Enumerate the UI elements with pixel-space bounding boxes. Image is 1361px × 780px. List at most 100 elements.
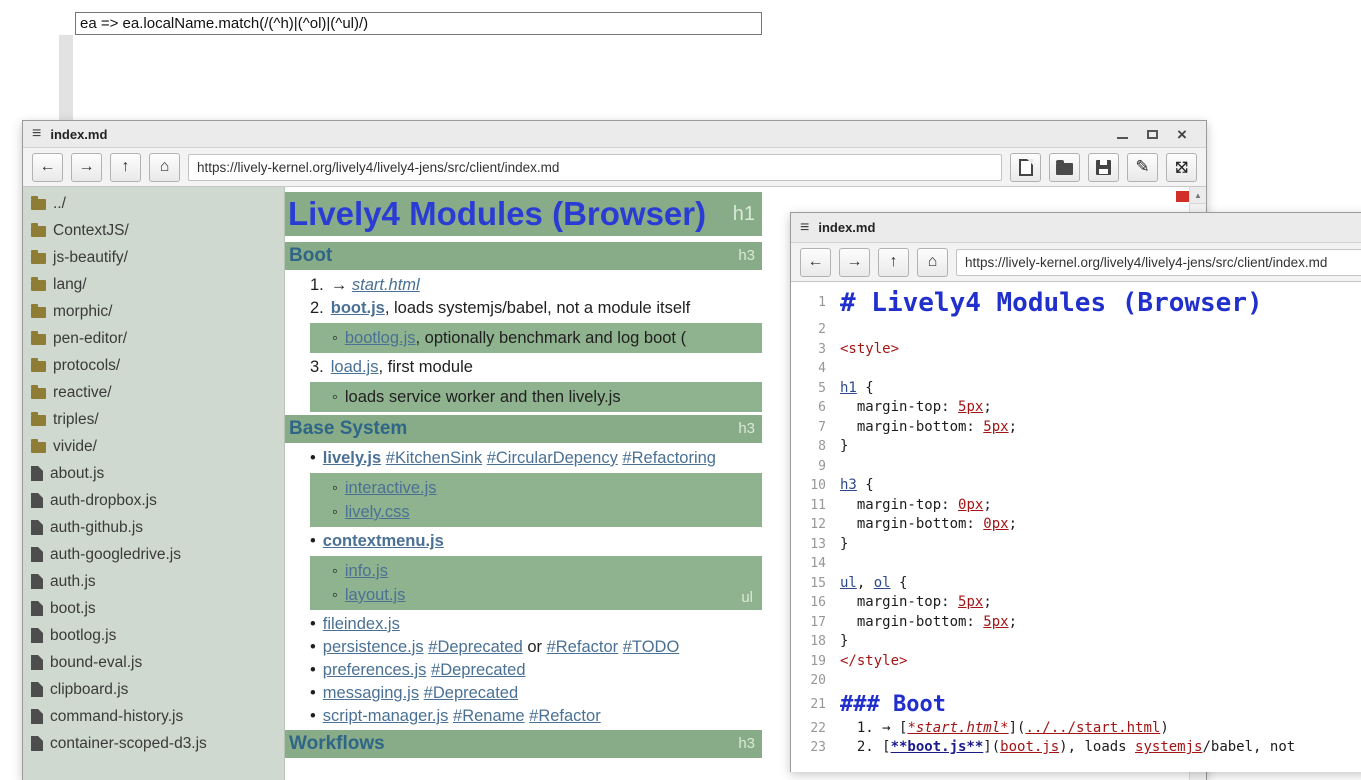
close-button[interactable]: × (1167, 123, 1197, 145)
line-number: 13 (791, 535, 839, 555)
window1-titlebar[interactable]: ≡ index.md × (23, 121, 1206, 148)
token-link[interactable]: #Deprecated (428, 638, 522, 656)
line-number: 14 (791, 554, 839, 574)
token-link[interactable]: interactive.js (345, 479, 437, 497)
forward-button[interactable]: → (839, 248, 870, 277)
url-input[interactable] (956, 249, 1361, 276)
list-marker: 3. (310, 356, 324, 379)
heading-text: Lively4 Modules (Browser) (285, 192, 706, 236)
token-link[interactable]: #Refactor (529, 707, 601, 725)
heading-text: Workflows (285, 730, 385, 758)
window-title: index.md (50, 127, 107, 142)
home-button[interactable]: ⌂ (917, 248, 948, 277)
file-item[interactable]: about.js (23, 460, 284, 487)
forward-button[interactable]: → (71, 153, 102, 182)
file-item[interactable]: auth-github.js (23, 514, 284, 541)
token-text: 2. [ (840, 739, 891, 755)
list-text: fileindex.js (323, 613, 400, 636)
folder-icon (31, 199, 46, 210)
code-text: margin-bottom: 5px; (839, 418, 1017, 438)
file-item[interactable]: auth-googledrive.js (23, 541, 284, 568)
token-link[interactable]: #CircularDepency (487, 449, 618, 467)
code-editor[interactable]: 1# Lively4 Modules (Browser)23<style>45h… (791, 282, 1361, 772)
line-number: 7 (791, 418, 839, 438)
token-text: margin-top: (840, 594, 958, 610)
new-file-button[interactable] (1010, 153, 1041, 182)
file-item[interactable]: container-scoped-d3.js (23, 730, 284, 757)
token-link[interactable]: #Refactoring (622, 449, 716, 467)
folder-item[interactable]: vivide/ (23, 433, 284, 460)
token-link[interactable]: start.html (352, 276, 420, 294)
token-text: 1. → [ (840, 720, 907, 736)
list-item: 3.load.js, first module (285, 356, 762, 379)
token-text: ; (983, 594, 991, 610)
token-link[interactable]: persistence.js (323, 638, 424, 656)
line-number: 6 (791, 398, 839, 418)
line-number: 17 (791, 613, 839, 633)
token-link[interactable]: info.js (345, 562, 388, 580)
minimize-button[interactable] (1107, 123, 1137, 145)
file-icon (31, 493, 43, 508)
back-button[interactable]: ← (800, 248, 831, 277)
token-link[interactable]: lively.js (323, 449, 381, 467)
token-link[interactable]: messaging.js (323, 684, 419, 702)
edit-button[interactable]: ✎ (1127, 153, 1158, 182)
window2-titlebar[interactable]: ≡ index.md (791, 213, 1361, 243)
file-item[interactable]: bootlog.js (23, 622, 284, 649)
fullscreen-button[interactable]: ⤢ ⤡ (1166, 153, 1197, 182)
browse-folder-button[interactable] (1049, 153, 1080, 182)
folder-item[interactable]: js-beautify/ (23, 244, 284, 271)
token-link[interactable]: #Rename (453, 707, 525, 725)
file-item[interactable]: bound-eval.js (23, 649, 284, 676)
menu-icon[interactable]: ≡ (32, 126, 41, 142)
file-item[interactable]: auth.js (23, 568, 284, 595)
token-link[interactable]: bootlog.js (345, 329, 416, 347)
back-button[interactable]: ← (32, 153, 63, 182)
file-item[interactable]: boot.js (23, 595, 284, 622)
line-number: 21 (791, 691, 839, 719)
code-text: margin-bottom: 5px; (839, 613, 1017, 633)
folder-item[interactable]: ContextJS/ (23, 217, 284, 244)
folder-item[interactable]: ../ (23, 190, 284, 217)
token-link[interactable]: lively.css (345, 503, 410, 521)
token-link[interactable]: layout.js (345, 586, 406, 604)
file-item[interactable]: clipboard.js (23, 676, 284, 703)
file-name: vivide/ (53, 438, 97, 456)
drag-handle[interactable] (1176, 191, 1189, 202)
token-link[interactable]: #TODO (623, 638, 680, 656)
token-link[interactable]: fileindex.js (323, 615, 400, 633)
up-button[interactable]: ↑ (878, 248, 909, 277)
file-icon (31, 601, 43, 616)
file-item[interactable]: command-history.js (23, 703, 284, 730)
token-link[interactable]: load.js (331, 358, 379, 376)
file-name: morphic/ (53, 303, 112, 321)
folder-item[interactable]: pen-editor/ (23, 325, 284, 352)
file-item[interactable]: auth-dropbox.js (23, 487, 284, 514)
token-link[interactable]: #KitchenSink (386, 449, 482, 467)
token-link[interactable]: boot.js (331, 299, 385, 317)
token-link: ul (840, 575, 857, 591)
token-link[interactable]: contextmenu.js (323, 532, 444, 550)
scroll-up-button[interactable]: ▲ (1190, 187, 1206, 204)
folder-icon (31, 361, 46, 372)
menu-icon[interactable]: ≡ (800, 220, 809, 236)
save-button[interactable] (1088, 153, 1119, 182)
code-prompt-input[interactable] (75, 12, 762, 35)
maximize-icon (1147, 130, 1158, 139)
line-number: 3 (791, 340, 839, 360)
home-button[interactable]: ⌂ (149, 153, 180, 182)
folder-item[interactable]: protocols/ (23, 352, 284, 379)
token-link[interactable]: #Deprecated (431, 661, 525, 679)
folder-item[interactable]: morphic/ (23, 298, 284, 325)
token-link[interactable]: #Deprecated (424, 684, 518, 702)
maximize-button[interactable] (1137, 123, 1167, 145)
folder-item[interactable]: triples/ (23, 406, 284, 433)
token-link[interactable]: script-manager.js (323, 707, 449, 725)
url-input[interactable] (188, 154, 1002, 181)
heading-text: Base System (285, 415, 407, 443)
up-button[interactable]: ↑ (110, 153, 141, 182)
token-link[interactable]: #Refactor (547, 638, 619, 656)
folder-item[interactable]: reactive/ (23, 379, 284, 406)
folder-item[interactable]: lang/ (23, 271, 284, 298)
token-link[interactable]: preferences.js (323, 661, 427, 679)
